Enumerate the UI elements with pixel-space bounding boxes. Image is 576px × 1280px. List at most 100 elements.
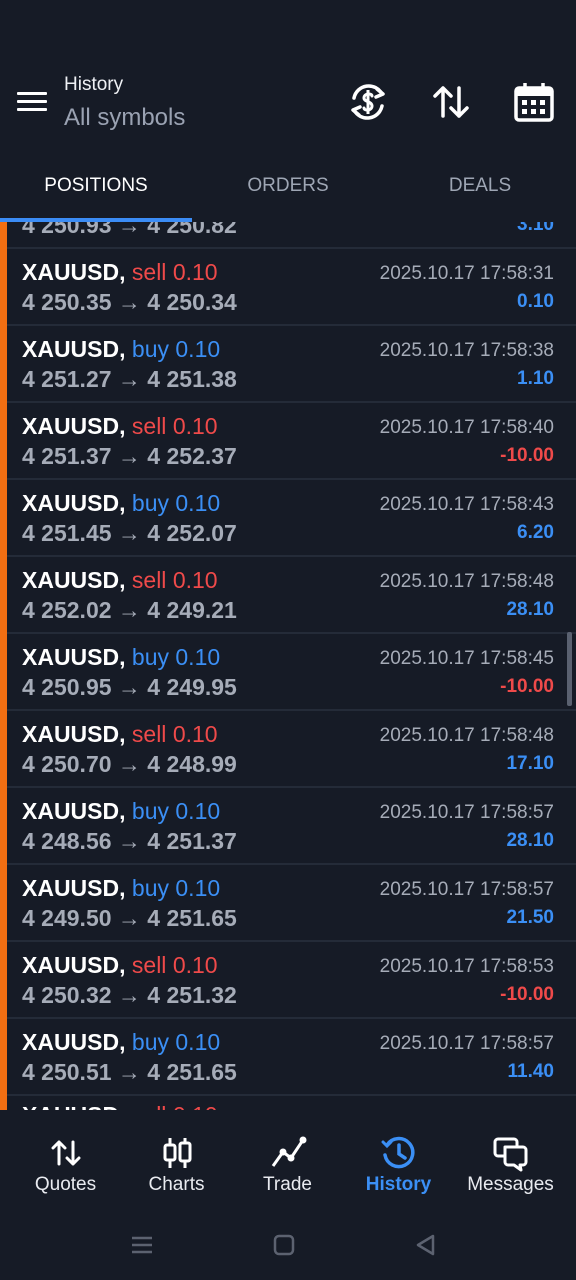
close-time: 2025.10.17 17:58:45 bbox=[379, 648, 554, 669]
nav-label: Messages bbox=[467, 1174, 554, 1195]
tab-deals[interactable]: DEALS bbox=[384, 158, 576, 214]
menu-icon[interactable] bbox=[14, 86, 50, 120]
trade-side: sell bbox=[131, 413, 167, 439]
price-range: 4 250.32 → 4 251.32 bbox=[22, 982, 237, 1008]
position-row[interactable]: XAUUSD, sell 0.10 4 250.35 → 4 250.34 2025… bbox=[0, 249, 576, 326]
symbol-label: XAUUSD, bbox=[22, 644, 126, 670]
close-time: 2025.10.17 17:58:57 bbox=[379, 802, 554, 823]
trade-side: buy bbox=[131, 1029, 169, 1055]
profit-value: 28.10 bbox=[506, 830, 554, 851]
symbol-filter[interactable]: All symbols bbox=[64, 104, 185, 132]
candlestick-icon bbox=[163, 1138, 191, 1168]
back-icon[interactable] bbox=[412, 1232, 440, 1258]
nav-messages[interactable]: Messages bbox=[453, 1110, 568, 1210]
trade-volume: 0.10 bbox=[175, 1029, 221, 1055]
nav-label: Charts bbox=[148, 1174, 205, 1195]
profit-value: 1.10 bbox=[517, 368, 554, 389]
scrollbar[interactable] bbox=[567, 632, 572, 706]
profit-value: 17.10 bbox=[506, 753, 554, 774]
trade-volume: 0.10 bbox=[175, 875, 221, 901]
tab-positions[interactable]: POSITIONS bbox=[0, 158, 192, 214]
close-time: 2025.10.17 17:58:43 bbox=[379, 494, 554, 515]
price-range: 4 251.37 → 4 252.37 bbox=[22, 443, 237, 469]
trade-volume: 0.10 bbox=[175, 336, 221, 362]
profit-value: 0.10 bbox=[517, 291, 554, 312]
price-range: 4 250.70 → 4 248.99 bbox=[22, 751, 237, 777]
nav-label: Quotes bbox=[34, 1174, 97, 1195]
price-range: 4 250.51 → 4 251.65 bbox=[22, 1059, 237, 1085]
currency-exchange-icon[interactable] bbox=[344, 78, 392, 126]
close-time: 2025.10.17 17:58:57 bbox=[379, 1033, 554, 1054]
position-row[interactable]: XAUUSD, buy 0.10 4 250.95 → 4 249.95 2025.… bbox=[0, 634, 576, 711]
system-navigation-bar bbox=[0, 1210, 576, 1280]
tab-orders[interactable]: ORDERS bbox=[192, 158, 384, 214]
symbol-label: XAUUSD, bbox=[22, 1102, 126, 1110]
close-time: 2025.10.17 17:58:57 bbox=[379, 879, 554, 900]
price-range: 4 251.45 → 4 252.07 bbox=[22, 520, 237, 546]
trade-side: buy bbox=[131, 490, 169, 516]
history-clock-icon bbox=[381, 1136, 414, 1169]
symbol-label: XAUUSD, bbox=[22, 798, 126, 824]
price-range: 4 250.93 → 4 250.82 bbox=[22, 222, 237, 238]
profit-value: -10.00 bbox=[500, 984, 554, 1005]
price-range: 4 250.95 → 4 249.95 bbox=[22, 674, 237, 700]
price-range: 4 250.35 → 4 250.34 bbox=[22, 289, 237, 315]
position-row[interactable]: XAUUSD, sell 0.10 4 250.70 → 4 248.99 2025… bbox=[0, 711, 576, 788]
page-title: History bbox=[64, 74, 124, 95]
home-icon[interactable] bbox=[270, 1232, 298, 1258]
profit-value: 11.40 bbox=[507, 1061, 555, 1082]
close-time: 2025.10.17 17:58:31 bbox=[379, 263, 554, 284]
trade-volume: 0.10 bbox=[172, 721, 218, 747]
trade-side: buy bbox=[131, 644, 169, 670]
trade-side: sell bbox=[131, 952, 167, 978]
nav-charts[interactable]: Charts bbox=[119, 1110, 234, 1210]
price-range: 4 251.27 → 4 251.38 bbox=[22, 366, 237, 392]
close-time: 2025.10.17 17:58:38 bbox=[379, 340, 554, 361]
trade-volume: 0.10 bbox=[172, 567, 218, 593]
sort-icon[interactable] bbox=[427, 78, 475, 126]
position-row[interactable]: XAUUSD, buy 0.10 4 250.51 → 4 251.65 2025.… bbox=[0, 1019, 576, 1096]
status-bar bbox=[0, 0, 576, 60]
symbol-label: XAUUSD, bbox=[22, 952, 126, 978]
position-row[interactable]: XAUUSD, buy 0.10 4 248.56 → 4 251.37 2025.… bbox=[0, 788, 576, 865]
trade-volume: 0.10 bbox=[175, 798, 221, 824]
symbol-label: XAUUSD, bbox=[22, 413, 126, 439]
trade-volume: 0.10 bbox=[172, 259, 218, 285]
symbol-label: XAUUSD, bbox=[22, 567, 126, 593]
position-row[interactable]: XAUUSD, sell 0.10 4 250.32 → 4 251.32 2025… bbox=[0, 942, 576, 1019]
symbol-label: XAUUSD, bbox=[22, 259, 126, 285]
quotes-arrows-icon bbox=[51, 1140, 80, 1166]
position-row[interactable]: XAUUSD, buy 0.10 4 249.50 → 4 251.65 2025.… bbox=[0, 865, 576, 942]
nav-trade[interactable]: Trade bbox=[230, 1110, 345, 1210]
list-item-partial-bottom[interactable]: XAUUSD, sell 0.10 bbox=[0, 1092, 576, 1110]
trade-volume: 0.10 bbox=[172, 413, 218, 439]
trade-side: sell bbox=[131, 721, 167, 747]
profit-value: 28.10 bbox=[506, 599, 554, 620]
position-row[interactable]: XAUUSD, sell 0.10 4 251.37 → 4 252.37 2025… bbox=[0, 403, 576, 480]
trade-volume: 0.10 bbox=[172, 952, 218, 978]
list-item-partial-top[interactable]: 4 250.93 → 4 250.82 3.10 bbox=[0, 222, 576, 249]
profit-value: -10.00 bbox=[500, 676, 554, 697]
profit-value: 3.10 bbox=[517, 222, 554, 235]
nav-quotes[interactable]: Quotes bbox=[8, 1110, 123, 1210]
profit-value: 6.20 bbox=[517, 522, 554, 543]
trade-line-icon bbox=[271, 1136, 306, 1167]
recent-apps-icon[interactable] bbox=[128, 1232, 156, 1258]
symbol-label: XAUUSD, bbox=[22, 875, 126, 901]
symbol-label: XAUUSD, bbox=[22, 490, 126, 516]
tab-bar: POSITIONS ORDERS DEALS bbox=[0, 158, 576, 222]
calendar-icon[interactable] bbox=[510, 78, 558, 126]
positions-accent-bar bbox=[0, 222, 7, 1110]
positions-list[interactable]: 4 250.93 → 4 250.82 3.10 XAUUSD, sell 0.… bbox=[0, 222, 576, 1110]
app-header: History All symbols bbox=[0, 60, 576, 155]
trade-side: buy bbox=[131, 875, 169, 901]
price-range: 4 248.56 → 4 251.37 bbox=[22, 828, 237, 854]
bottom-navigation: Quotes Charts Trade History Messages bbox=[0, 1110, 576, 1210]
price-range: 4 249.50 → 4 251.65 bbox=[22, 905, 237, 931]
position-row[interactable]: XAUUSD, sell 0.10 4 252.02 → 4 249.21 2025… bbox=[0, 557, 576, 634]
position-row[interactable]: XAUUSD, buy 0.10 4 251.45 → 4 252.07 2025.… bbox=[0, 480, 576, 557]
position-row[interactable]: XAUUSD, buy 0.10 4 251.27 → 4 251.38 2025.… bbox=[0, 326, 576, 403]
nav-history[interactable]: History bbox=[341, 1110, 456, 1210]
trade-side: buy bbox=[131, 336, 169, 362]
messages-icon bbox=[493, 1137, 527, 1172]
